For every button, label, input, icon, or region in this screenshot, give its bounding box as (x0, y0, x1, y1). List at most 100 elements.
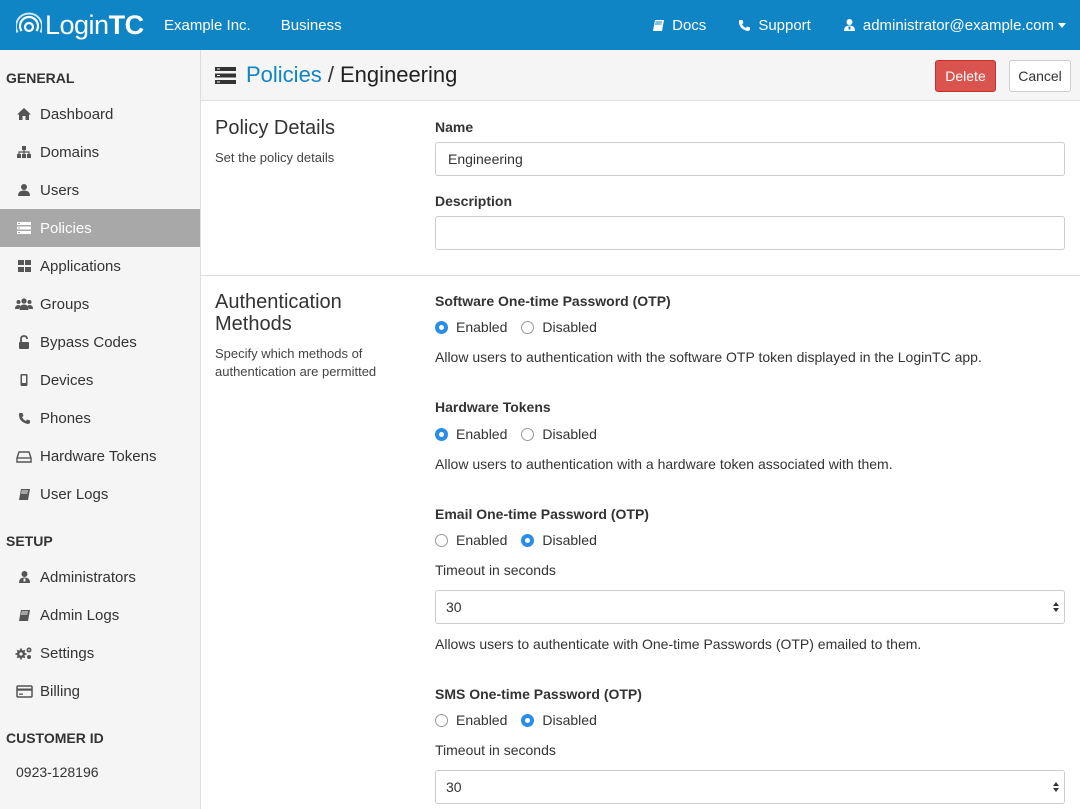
user-icon (15, 182, 33, 198)
sidebar-item-admin-logs[interactable]: Admin Logs (0, 596, 200, 634)
hardware-tokens-enabled-radio[interactable] (435, 427, 448, 441)
sidebar-item-label: Dashboard (40, 105, 114, 123)
sms-otp-label: SMS One-time Password (OTP) (435, 686, 642, 702)
book-icon (653, 19, 665, 31)
email-otp-disabled-radio[interactable] (521, 533, 535, 547)
sidebar-item-phones[interactable]: Phones (0, 399, 200, 437)
name-label: Name (435, 119, 474, 135)
hardware-tokens-label: Hardware Tokens (435, 399, 551, 415)
hardware-tokens-disabled-option[interactable]: Disabled (521, 426, 597, 442)
policies-icon (15, 220, 33, 236)
hardware-tokens-disabled-radio[interactable] (521, 427, 535, 441)
policies-icon (215, 66, 236, 84)
auth-methods-title-line1: Authentication (215, 291, 342, 313)
org-link[interactable]: Example Inc. (164, 17, 251, 34)
sidebar-item-devices[interactable]: Devices (0, 361, 200, 399)
support-link[interactable]: Support (738, 17, 811, 34)
sidebar-item-policies[interactable]: Policies (0, 209, 200, 247)
sms-otp-disabled-radio[interactable] (521, 713, 535, 727)
description-input[interactable] (435, 216, 1065, 250)
software-otp-disabled-option[interactable]: Disabled (521, 319, 597, 335)
software-otp-enabled-radio[interactable] (435, 320, 448, 334)
admin-icon (15, 569, 33, 585)
top-navbar: LoginTC Example Inc. Business Docs Suppo… (0, 0, 1080, 50)
sidebar-item-user-logs[interactable]: User Logs (0, 475, 200, 513)
sidebar-item-applications[interactable]: Applications (0, 247, 200, 285)
page-title: Policies / Engineering (215, 62, 457, 88)
sms-otp-enabled-option[interactable]: Enabled (435, 712, 507, 728)
email-otp-timeout-value: 30 (446, 599, 462, 615)
sidebar-item-label: Administrators (40, 568, 136, 586)
home-icon (15, 106, 33, 122)
user-admin-icon (843, 19, 855, 31)
sidebar-item-users[interactable]: Users (0, 171, 200, 209)
email-otp-disabled-option[interactable]: Disabled (521, 532, 597, 548)
software-otp-enabled-option[interactable]: Enabled (435, 319, 507, 335)
sidebar-item-administrators[interactable]: Administrators (0, 558, 200, 596)
auth-methods-title: Authentication Methods (215, 291, 342, 335)
plan-link[interactable]: Business (281, 17, 342, 34)
email-otp-timeout-label: Timeout in seconds (435, 562, 556, 578)
docs-link[interactable]: Docs (652, 17, 706, 34)
sidebar-item-hardware-tokens[interactable]: Hardware Tokens (0, 437, 200, 475)
token-icon (15, 448, 33, 464)
logintc-logo[interactable]: LoginTC (16, 9, 144, 41)
auth-methods-title-line2: Methods (215, 313, 292, 335)
sidebar-item-dashboard[interactable]: Dashboard (0, 95, 200, 133)
sidebar-item-label: Users (40, 181, 80, 199)
sidebar-item-label: Hardware Tokens (40, 447, 157, 465)
user-menu[interactable]: administrator@example.com (843, 17, 1066, 34)
gears-icon (15, 645, 33, 661)
email-otp-help: Allows users to authenticate with One-ti… (435, 636, 922, 652)
radio-label: Disabled (542, 532, 597, 548)
sidebar-item-settings[interactable]: Settings (0, 634, 200, 672)
hardware-tokens-radio-group: Enabled Disabled (435, 424, 611, 444)
name-input[interactable] (435, 142, 1065, 176)
email-otp-enabled-option[interactable]: Enabled (435, 532, 507, 548)
auth-methods-desc-line1: Specify which methods of (215, 346, 363, 361)
sidebar-item-label: Domains (40, 143, 100, 161)
sidebar-item-label: User Logs (40, 485, 109, 503)
sidebar-item-groups[interactable]: Groups (0, 285, 200, 323)
radio-label: Enabled (456, 319, 508, 335)
logo-text-bold: TC (108, 10, 145, 40)
sms-otp-enabled-radio[interactable] (435, 713, 448, 727)
delete-button[interactable]: Delete (935, 60, 996, 92)
sidebar-item-label: Policies (40, 219, 92, 237)
email-otp-label: Email One-time Password (OTP) (435, 506, 649, 522)
cancel-button[interactable]: Cancel (1009, 60, 1071, 92)
auth-methods-desc-line2: authentication are permitted (215, 364, 377, 379)
sidebar-item-label: Phones (40, 409, 91, 427)
policy-details-title: Policy Details (215, 117, 336, 139)
software-otp-radio-group: Enabled Disabled (435, 317, 611, 337)
breadcrumb-policies[interactable]: Policies (246, 62, 322, 88)
breadcrumb-current: Engineering (339, 62, 458, 87)
sidebar-item-domains[interactable]: Domains (0, 133, 200, 171)
phone-icon (739, 19, 751, 31)
sms-otp-timeout-select[interactable]: 30 (435, 770, 1065, 804)
description-label: Description (435, 193, 513, 209)
sms-otp-disabled-option[interactable]: Disabled (521, 712, 597, 728)
mobile-icon (15, 372, 33, 388)
hardware-tokens-help: Allow users to authentication with a har… (435, 456, 893, 472)
email-otp-enabled-radio[interactable] (435, 533, 448, 547)
sms-otp-timeout-label: Timeout in seconds (435, 742, 556, 758)
sidebar-item-bypass-codes[interactable]: Bypass Codes (0, 323, 200, 361)
sidebar-item-label: Devices (40, 371, 94, 389)
radio-label: Disabled (542, 426, 597, 442)
hardware-tokens-enabled-option[interactable]: Enabled (435, 426, 507, 442)
radio-label: Enabled (456, 712, 508, 728)
radio-label: Disabled (542, 319, 597, 335)
sidebar-item-label: Settings (40, 644, 95, 662)
book-icon (15, 486, 33, 502)
email-otp-timeout-select[interactable]: 30 (435, 590, 1065, 624)
sidebar-item-billing[interactable]: Billing (0, 672, 200, 710)
sidebar: GENERAL Dashboard Domains Users Policies… (0, 50, 201, 809)
main-content: Policies / Engineering Delete Cancel Pol… (201, 50, 1080, 809)
sidebar-heading-general: GENERAL (6, 70, 75, 86)
software-otp-disabled-radio[interactable] (521, 320, 535, 334)
credit-card-icon (15, 683, 33, 699)
radio-label: Enabled (456, 426, 508, 442)
unlock-icon (15, 334, 33, 350)
customer-id-value: 0923-128196 (16, 764, 99, 780)
